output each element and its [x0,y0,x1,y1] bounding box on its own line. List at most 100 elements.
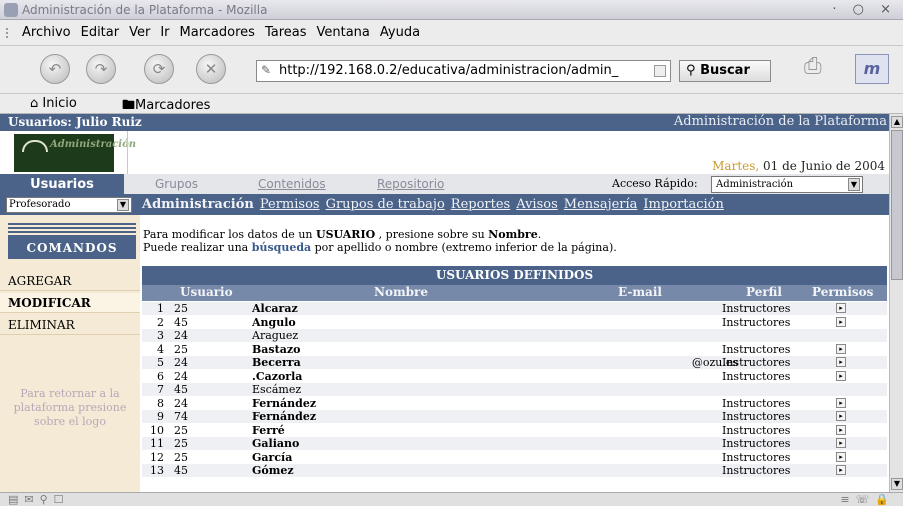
scroll-thumb[interactable] [891,130,903,280]
user-profile: Instructores [722,302,791,315]
user-name-link[interactable]: Becerra [252,356,301,369]
user-name-link[interactable]: Galiano [252,437,299,450]
subnav-item-grupos-de-trabajo[interactable]: Grupos de trabajo [326,197,445,212]
command-eliminar[interactable]: ELIMINAR [0,315,140,335]
user-name-link[interactable]: Fernández [252,410,316,423]
table-row: 8 24 Fernández Instructores ▸ [142,397,887,410]
user-code: 45 [174,315,188,329]
url-text[interactable]: http://192.168.0.2/educativa/administrac… [279,63,649,78]
table-row: 11 25 Galiano Instructores ▸ [142,437,887,450]
permissions-arrow-icon[interactable]: ▸ [836,397,846,408]
permissions-arrow-icon[interactable]: ▸ [836,303,846,313]
tab-usuarios[interactable]: Usuarios [0,174,124,195]
scroll-up-icon[interactable]: ▲ [891,116,903,128]
row-number: 11 [150,437,164,450]
permissions-arrow-icon[interactable]: ▸ [836,424,846,435]
command-modificar[interactable]: MODIFICAR [0,293,140,313]
user-name-link[interactable]: Ferré [252,424,285,437]
window-controls[interactable]: · ○ × [832,2,897,17]
permissions-arrow-icon[interactable]: ▸ [836,451,846,462]
search-button[interactable]: ⚲ Buscar [679,60,771,82]
intro2-end: por apellido o nombre (extremo inferior … [311,241,617,254]
command-agregar[interactable]: AGREGAR [0,271,140,291]
menu-item-ayuda[interactable]: Ayuda [380,25,420,40]
user-name-link[interactable]: García [252,451,292,464]
tab-contenidos[interactable]: Contenidos [258,177,326,191]
menu-item-archivo[interactable]: Archivo [22,25,71,40]
acceso-rapido-select[interactable]: Administración ▼ [711,176,863,193]
toolbar-grip-icon[interactable] [6,28,14,38]
window-menu-icon[interactable] [4,3,18,17]
users-table: USUARIOS DEFINIDOS Usuario Nombre E-mail… [142,266,887,492]
forward-button[interactable]: ↷ [86,54,116,84]
subnav-item-administración[interactable]: Administración [142,197,254,212]
tab-repositorio[interactable]: Repositorio [377,177,444,191]
intro2-pre: Puede realizar una [143,241,252,254]
print-icon[interactable]: ⎙ [804,54,844,84]
mozilla-throbber-icon[interactable]: m [855,54,889,84]
vertical-scrollbar[interactable]: ▲ ▼ [889,114,903,492]
date-display: Martes, 01 de Junio de 2004 [712,159,885,173]
platform-logo[interactable]: Administración [14,134,136,172]
navigation-toolbar: ↶ ↷ ⟳ ✕ ✎ http://192.168.0.2/educativa/a… [0,46,903,94]
subnav-item-reportes[interactable]: Reportes [451,197,510,212]
user-name-link[interactable]: Araguez [252,329,298,342]
subnav-item-importación[interactable]: Importación [643,197,723,212]
subnav-item-mensajería[interactable]: Mensajería [564,197,638,212]
user-name-link[interactable]: Gómez [252,464,294,477]
user-name-link[interactable]: Bastazo [252,343,300,356]
permissions-arrow-icon[interactable]: ▸ [836,465,846,475]
menu-item-editar[interactable]: Editar [81,25,120,40]
user-code: 74 [174,410,188,423]
user-name-link[interactable]: Alcaraz [252,302,298,315]
user-profile: Instructores [722,315,791,329]
menu-item-ver[interactable]: Ver [129,25,150,40]
permissions-arrow-icon[interactable]: ▸ [836,411,846,421]
user-name-link[interactable]: Fernández [252,397,316,410]
logo-text: Administración [50,139,137,150]
menu-item-ir[interactable]: Ir [160,25,169,40]
logo-arch-icon [22,140,48,152]
search-link[interactable]: búsqueda [252,241,311,254]
status-component-icons[interactable]: ▤✉⚲☐ [8,493,70,506]
subnav-item-permisos[interactable]: Permisos [260,197,320,212]
chevron-down-icon: ▼ [848,178,860,191]
back-button[interactable]: ↶ [40,54,70,84]
acceso-rapido-label: Acceso Rápido: [612,177,698,190]
user-name-link[interactable]: Angulo [252,316,296,329]
menu-item-ventana[interactable]: Ventana [317,25,370,40]
menu-item-tareas[interactable]: Tareas [265,25,307,40]
url-dropdown-button[interactable] [654,65,666,77]
permissions-arrow-icon[interactable]: ▸ [836,343,846,354]
row-number: 6 [157,369,164,383]
row-number: 9 [157,410,164,423]
permissions-arrow-icon[interactable]: ▸ [836,316,846,327]
reload-button[interactable]: ⟳ [144,54,174,84]
subnav-item-avisos[interactable]: Avisos [516,197,558,212]
tab-grupos[interactable]: Grupos [155,177,198,191]
permissions-arrow-icon[interactable]: ▸ [836,370,846,381]
user-name-link[interactable]: .Cazorla [252,370,302,383]
home-bookmark[interactable]: ⌂ Inicio [30,96,77,111]
col-usuario: Usuario [180,285,233,299]
user-label: Usuarios: Julio Ruiz [8,115,142,129]
url-bar[interactable]: ✎ http://192.168.0.2/educativa/administr… [256,60,671,82]
stop-button[interactable]: ✕ [196,54,226,84]
user-name-link[interactable]: Escámez [252,383,301,396]
status-security-icons[interactable]: ≡☏🔒 [840,493,895,506]
intro1-mid: , presione sobre su [375,228,489,241]
permissions-arrow-icon[interactable]: ▸ [836,438,846,448]
top-band: Usuarios: Julio Ruiz Administración de l… [0,114,889,131]
window-titlebar[interactable]: Administración de la Plataforma - Mozill… [0,0,903,20]
user-code: 45 [174,383,188,396]
bookmarks-bar: ⌂ Inicio 🖿Marcadores [0,94,903,114]
user-profile: Instructores [722,423,791,437]
table-row: 2 45 Angulo Instructores ▸ [142,316,887,329]
intro1-nombre: Nombre [488,228,538,241]
user-code: 24 [174,329,188,342]
profile-select[interactable]: Profesorado ▼ [6,197,132,213]
permissions-arrow-icon[interactable]: ▸ [836,357,846,367]
table-header-row: Usuario Nombre E-mail Perfil Permisos [142,285,887,301]
scroll-down-icon[interactable]: ▼ [891,478,903,490]
menu-item-marcadores[interactable]: Marcadores [180,25,255,40]
